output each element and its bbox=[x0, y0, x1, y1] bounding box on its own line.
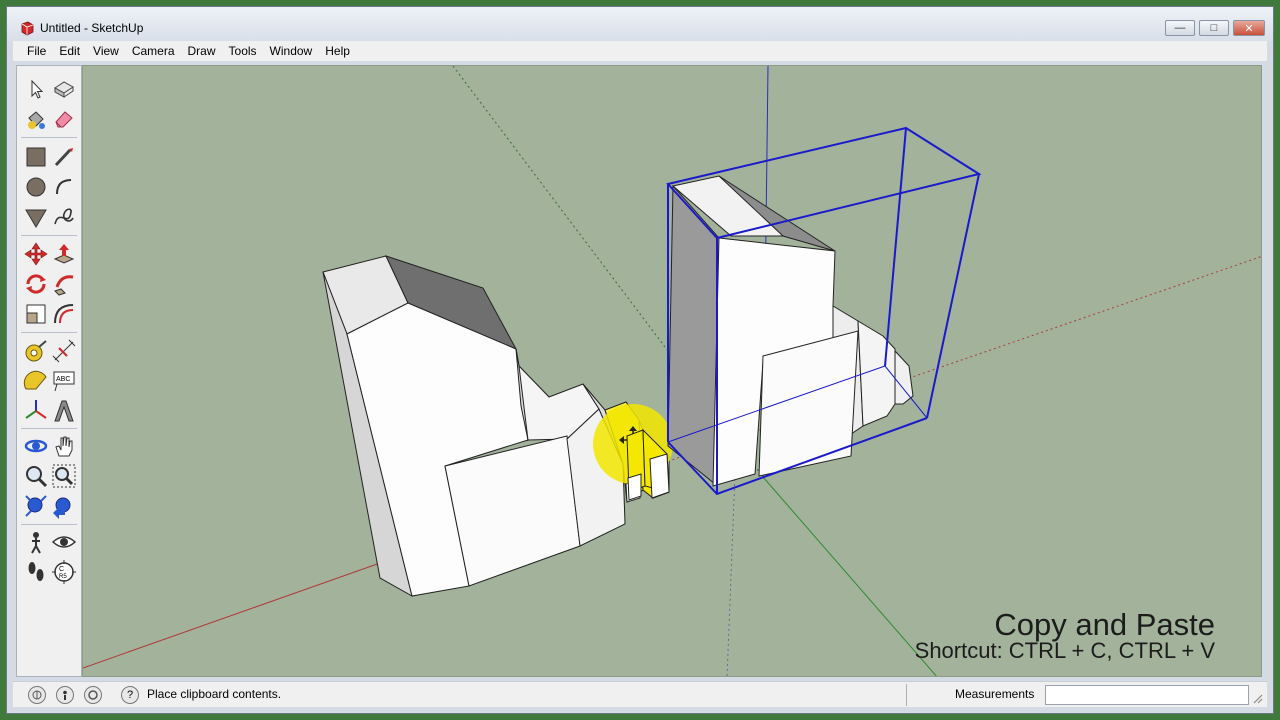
look-around-icon[interactable] bbox=[51, 529, 77, 555]
menu-help[interactable]: Help bbox=[325, 44, 350, 58]
select-tool-icon[interactable] bbox=[23, 76, 49, 102]
scene-drawing bbox=[83, 66, 1261, 676]
menu-file[interactable]: File bbox=[27, 44, 46, 58]
paint-bucket-icon[interactable] bbox=[23, 106, 49, 132]
measurements-label: Measurements bbox=[955, 687, 1035, 701]
sketchup-window: Untitled - SketchUp — □ ✕ File Edit View… bbox=[6, 6, 1274, 714]
eraser-icon[interactable] bbox=[51, 106, 77, 132]
circle-tool-icon[interactable] bbox=[23, 174, 49, 200]
make-component-icon[interactable] bbox=[51, 76, 77, 102]
3d-text-icon[interactable] bbox=[51, 398, 77, 424]
status-bar: ? Place clipboard contents. Measurements bbox=[13, 681, 1267, 707]
menu-edit[interactable]: Edit bbox=[59, 44, 80, 58]
dimension-tool-icon[interactable] bbox=[51, 338, 77, 364]
menu-camera[interactable]: Camera bbox=[132, 44, 175, 58]
toolbar-separator bbox=[21, 332, 77, 333]
right-component-selected[interactable] bbox=[667, 175, 914, 487]
zoom-extents-icon[interactable] bbox=[23, 493, 49, 519]
svg-text:C: C bbox=[59, 566, 64, 573]
window-title: Untitled - SketchUp bbox=[40, 21, 144, 35]
blue-axis-dashed bbox=[726, 473, 736, 676]
close-button[interactable]: ✕ bbox=[1233, 20, 1265, 36]
title-bar[interactable]: Untitled - SketchUp — □ ✕ bbox=[7, 7, 1273, 41]
pan-tool-icon[interactable] bbox=[51, 433, 77, 459]
position-camera-icon[interactable] bbox=[23, 529, 49, 555]
instructor-help-icon[interactable]: ? bbox=[121, 686, 139, 704]
axes-tool-icon[interactable] bbox=[23, 398, 49, 424]
move-tool-icon[interactable] bbox=[23, 241, 49, 267]
walk-tool-icon[interactable] bbox=[23, 559, 49, 585]
sign-in-icon[interactable] bbox=[84, 686, 102, 704]
sketchup-logo-icon bbox=[21, 21, 34, 36]
maximize-button[interactable]: □ bbox=[1199, 20, 1229, 36]
menu-tools[interactable]: Tools bbox=[229, 44, 257, 58]
geo-location-icon[interactable] bbox=[28, 686, 46, 704]
zoom-window-icon[interactable] bbox=[51, 463, 77, 489]
rectangle-tool-icon[interactable] bbox=[23, 144, 49, 170]
svg-text:ABC: ABC bbox=[56, 376, 70, 383]
resize-grip-icon[interactable] bbox=[1251, 692, 1263, 704]
text-tool-icon[interactable]: ABC bbox=[51, 368, 77, 394]
measurements-field[interactable] bbox=[1045, 685, 1249, 705]
push-pull-tool-icon[interactable] bbox=[51, 241, 77, 267]
scale-tool-icon[interactable] bbox=[23, 301, 49, 327]
green-axis-line bbox=[762, 476, 937, 676]
rotate-tool-icon[interactable] bbox=[23, 271, 49, 297]
zoom-tool-icon[interactable] bbox=[23, 463, 49, 489]
previous-view-icon[interactable] bbox=[51, 493, 77, 519]
status-message: Place clipboard contents. bbox=[147, 687, 282, 701]
status-divider bbox=[906, 684, 907, 706]
menu-bar: File Edit View Camera Draw Tools Window … bbox=[13, 41, 1267, 61]
offset-tool-icon[interactable] bbox=[51, 301, 77, 327]
large-tool-set-toolbar: ABC C R5 bbox=[16, 65, 82, 677]
credits-icon[interactable] bbox=[56, 686, 74, 704]
toolbar-separator bbox=[21, 235, 77, 236]
protractor-icon[interactable] bbox=[23, 368, 49, 394]
toolbar-separator bbox=[21, 137, 77, 138]
follow-me-tool-icon[interactable] bbox=[51, 271, 77, 297]
orbit-tool-icon[interactable] bbox=[23, 433, 49, 459]
toolbar-separator bbox=[21, 524, 77, 525]
arc-tool-icon[interactable] bbox=[51, 174, 77, 200]
section-plane-icon[interactable]: C R5 bbox=[51, 559, 77, 585]
menu-window[interactable]: Window bbox=[270, 44, 313, 58]
line-tool-icon[interactable] bbox=[51, 144, 77, 170]
polygon-tool-icon[interactable] bbox=[23, 204, 49, 230]
svg-text:R5: R5 bbox=[59, 574, 67, 580]
menu-view[interactable]: View bbox=[93, 44, 119, 58]
freehand-tool-icon[interactable] bbox=[51, 204, 77, 230]
minimize-button[interactable]: — bbox=[1165, 20, 1195, 36]
toolbar-separator bbox=[21, 428, 77, 429]
modeling-viewport[interactable]: Copy and Paste Shortcut: CTRL + C, CTRL … bbox=[82, 65, 1262, 677]
tape-measure-icon[interactable] bbox=[23, 338, 49, 364]
tutorial-caption-shortcut: Shortcut: CTRL + C, CTRL + V bbox=[914, 638, 1215, 663]
menu-draw[interactable]: Draw bbox=[188, 44, 216, 58]
